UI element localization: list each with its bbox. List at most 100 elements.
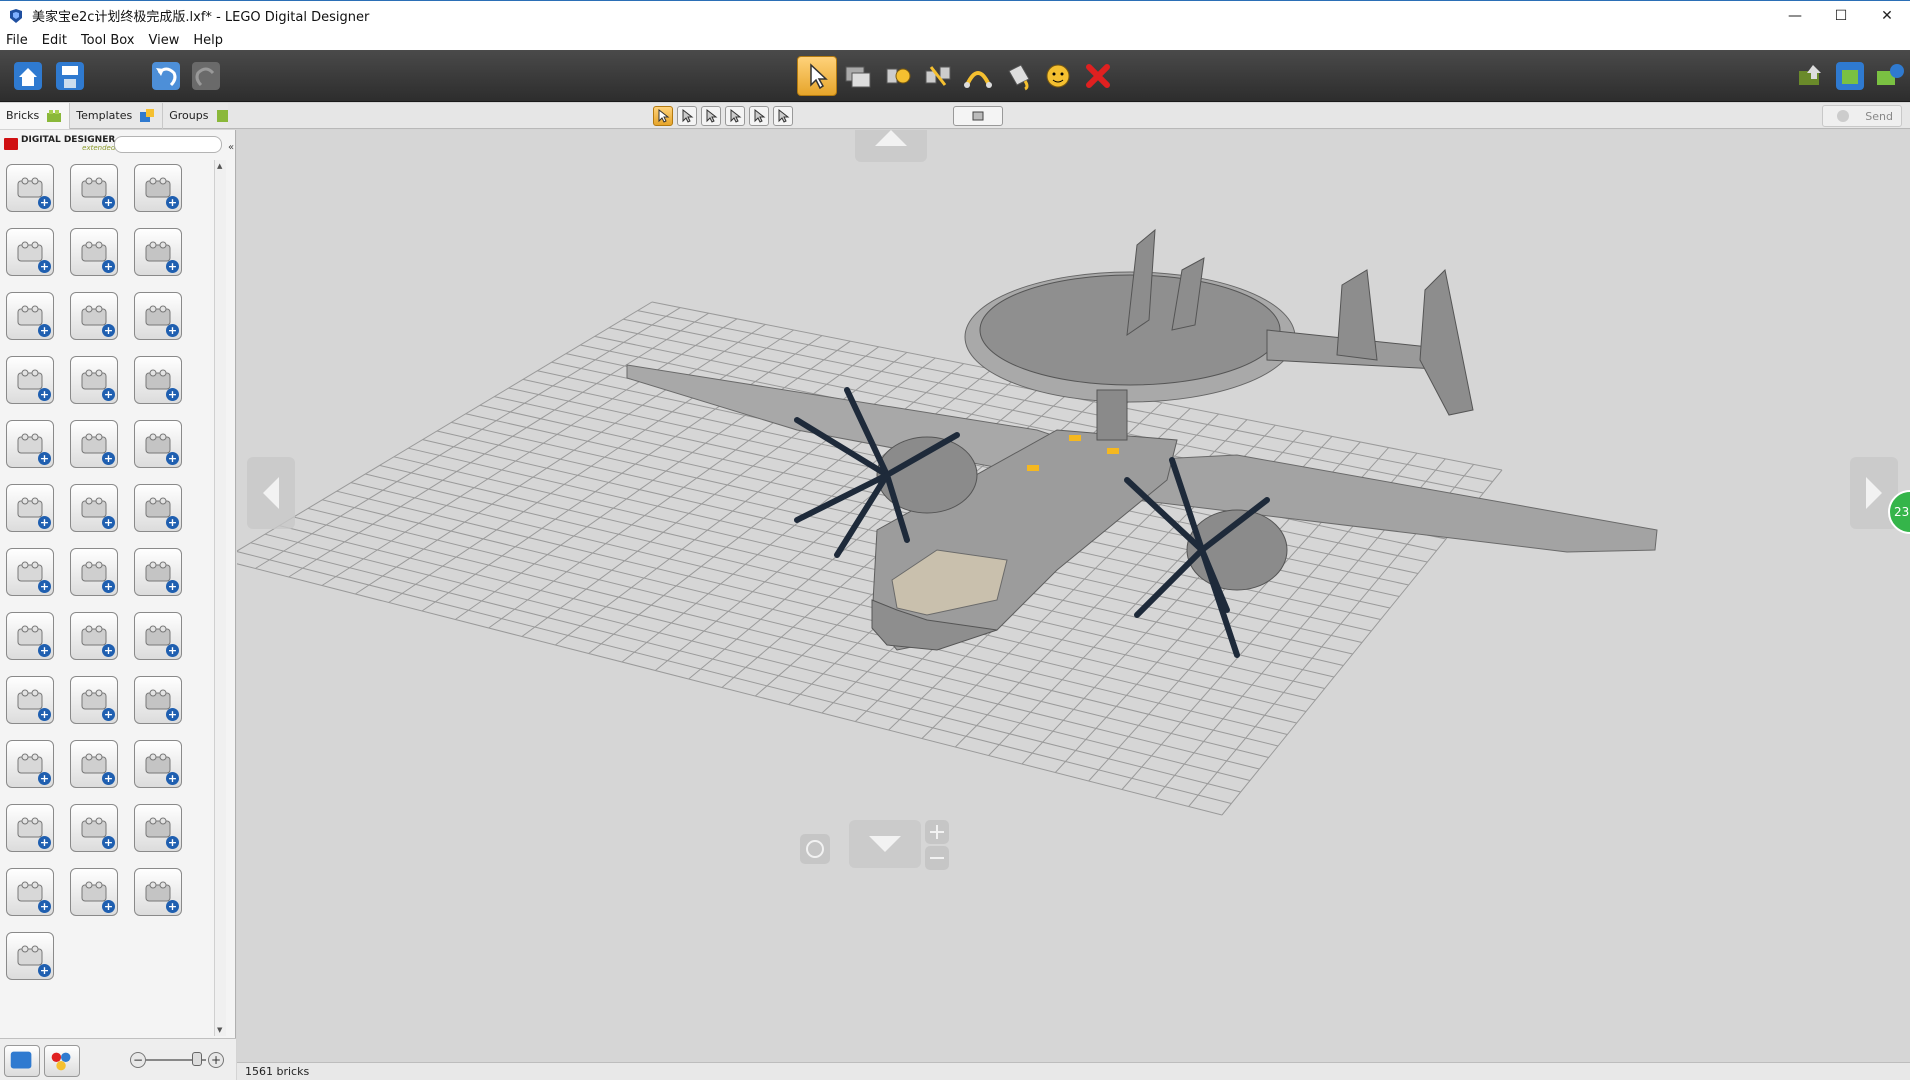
category-hinge[interactable]: +	[6, 548, 54, 596]
palette-header: DIGITAL DESIGNER extended «	[0, 130, 236, 158]
aircraft-model[interactable]	[626, 228, 1658, 658]
select-tool-button[interactable]	[797, 56, 837, 96]
scroll-down-icon[interactable]: ▼	[217, 1026, 222, 1034]
category-tool[interactable]: +	[70, 868, 118, 916]
tab-bricks[interactable]: Bricks	[0, 102, 71, 129]
category-slope-curved[interactable]: +	[134, 228, 182, 276]
category-brick[interactable]: +	[6, 164, 54, 212]
home-icon	[14, 62, 42, 90]
maximize-button[interactable]: ☐	[1818, 1, 1864, 31]
category-wheel[interactable]: +	[6, 420, 54, 468]
zoom-out-icon[interactable]: −	[130, 1052, 146, 1068]
sub-toolbar: Send	[228, 103, 1910, 129]
category-cylinder[interactable]: +	[70, 548, 118, 596]
save-button[interactable]	[50, 56, 90, 96]
group-button[interactable]	[953, 106, 1003, 126]
category-plate-wedge[interactable]: +	[134, 292, 182, 340]
collapse-palette-icon[interactable]: «	[228, 142, 234, 153]
view-mode-button[interactable]	[1830, 56, 1870, 96]
category-slope[interactable]: +	[70, 228, 118, 276]
home-button[interactable]	[8, 56, 48, 96]
category-brick-long[interactable]: +	[6, 228, 54, 276]
category-brick-round[interactable]: +	[70, 164, 118, 212]
category-hat[interactable]: +	[70, 804, 118, 852]
hinge-align-tool-button[interactable]	[918, 56, 958, 96]
category-armor[interactable]: +	[6, 868, 54, 916]
zoom-slider-knob[interactable]	[192, 1052, 202, 1066]
category-animal[interactable]: +	[6, 932, 54, 980]
category-steering[interactable]: +	[70, 676, 118, 724]
category-bracket[interactable]: +	[6, 676, 54, 724]
zoom-out-button[interactable]	[925, 846, 949, 870]
build-mode-icon	[1799, 65, 1821, 85]
menu-toolbox[interactable]: Tool Box	[81, 33, 135, 48]
hinge-tool-button[interactable]	[878, 56, 918, 96]
category-cone[interactable]: +	[6, 740, 54, 788]
camera-left-button[interactable]	[247, 457, 295, 529]
category-gear[interactable]: +	[134, 484, 182, 532]
tab-templates[interactable]: Templates	[70, 102, 164, 129]
paint-tool-button[interactable]	[998, 56, 1038, 96]
palette-view-button[interactable]	[4, 1045, 40, 1077]
category-connector[interactable]: +	[70, 612, 118, 660]
send-button[interactable]: Send	[1822, 105, 1902, 127]
color-select-button[interactable]	[701, 106, 721, 126]
category-technic-liftarm[interactable]: +	[6, 484, 54, 532]
category-arch[interactable]: +	[6, 292, 54, 340]
category-accessory[interactable]: +	[134, 868, 182, 916]
shape-select-button[interactable]	[725, 106, 745, 126]
category-skeleton[interactable]: +	[134, 804, 182, 852]
category-brick-special[interactable]: +	[134, 164, 182, 212]
zoom-in-button[interactable]	[925, 820, 949, 844]
category-plate[interactable]: +	[70, 292, 118, 340]
invert-select-button[interactable]	[773, 106, 793, 126]
connected-select-button[interactable]	[677, 106, 697, 126]
flex-tool-button[interactable]	[958, 56, 998, 96]
scroll-up-icon[interactable]: ▲	[217, 162, 222, 170]
redo-button[interactable]	[186, 56, 226, 96]
menu-bar: File Edit Tool Box View Help	[0, 30, 1910, 50]
category-clip[interactable]: +	[134, 612, 182, 660]
category-technic-pin[interactable]: +	[70, 484, 118, 532]
category-minifig-head[interactable]: +	[134, 740, 182, 788]
menu-view[interactable]: View	[149, 33, 180, 48]
add-icon: +	[38, 836, 51, 849]
category-technic-beam[interactable]: +	[70, 420, 118, 468]
undo-button[interactable]	[146, 56, 186, 96]
menu-file[interactable]: File	[6, 33, 28, 48]
color-palette-button[interactable]	[44, 1045, 80, 1077]
zoom-in-icon[interactable]: +	[208, 1052, 224, 1068]
menu-edit[interactable]: Edit	[42, 33, 67, 48]
same-select-button[interactable]	[749, 106, 769, 126]
clone-tool-button[interactable]	[838, 56, 878, 96]
reset-camera-button[interactable]	[800, 834, 830, 864]
category-door[interactable]: +	[134, 356, 182, 404]
palette-scrollbar[interactable]: ▲ ▼	[214, 160, 226, 1036]
category-wrench[interactable]: +	[6, 612, 54, 660]
hide-tool-button[interactable]	[1038, 56, 1078, 96]
menu-help[interactable]: Help	[193, 33, 223, 48]
add-icon: +	[166, 836, 179, 849]
category-wedge[interactable]: +	[70, 356, 118, 404]
category-helmet[interactable]: +	[6, 804, 54, 852]
close-button[interactable]: ✕	[1864, 1, 1910, 31]
camera-down-button[interactable]	[849, 820, 921, 868]
scene-canvas[interactable]	[237, 130, 1910, 1062]
add-icon: +	[102, 836, 115, 849]
delete-tool-button[interactable]	[1078, 56, 1118, 96]
category-minifig[interactable]: +	[70, 740, 118, 788]
add-icon: +	[166, 260, 179, 273]
category-tile[interactable]: +	[134, 548, 182, 596]
category-technic-brick[interactable]: +	[134, 420, 182, 468]
category-track[interactable]: +	[134, 676, 182, 724]
palette-tabs: Bricks Templates Groups	[0, 102, 240, 129]
minimize-button[interactable]: —	[1772, 1, 1818, 31]
building-guide-button[interactable]	[1870, 56, 1910, 96]
camera-up-button[interactable]	[855, 130, 927, 162]
add-icon: +	[102, 388, 115, 401]
category-plate-special[interactable]: +	[6, 356, 54, 404]
palette-search-input[interactable]	[114, 136, 222, 153]
single-select-button[interactable]	[653, 106, 673, 126]
build-mode-button[interactable]	[1790, 56, 1830, 96]
3d-viewport[interactable]: 23	[237, 130, 1910, 1062]
